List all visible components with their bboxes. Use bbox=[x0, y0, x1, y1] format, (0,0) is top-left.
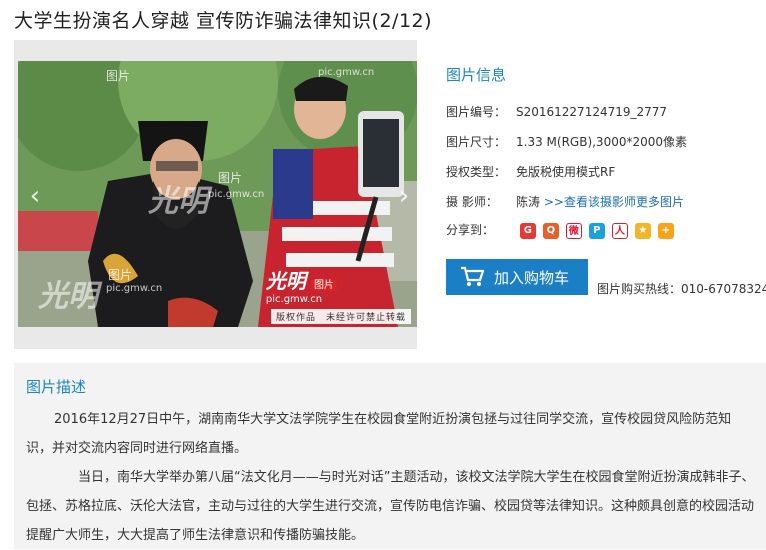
watermark-logo: 光明 bbox=[148, 184, 208, 219]
watermark-text: 图片 bbox=[108, 268, 133, 282]
description-panel: 图片描述 2016年12月27日中午，湖南南华大学文法学院学生在校园食堂附近扮演… bbox=[14, 363, 766, 549]
info-heading: 图片信息 bbox=[446, 66, 507, 84]
info-value: 免版税使用模式RF bbox=[516, 165, 616, 179]
main-photo[interactable]: 图片 图片 图片 光明 光明 pic.gmw.cn pic.gmw.cn pic… bbox=[18, 61, 417, 327]
weibo-icon[interactable]: 微 bbox=[565, 222, 582, 239]
watermark-site: pic.gmw.cn bbox=[318, 67, 375, 78]
photographer-name: 陈涛 bbox=[516, 195, 541, 209]
add-to-cart-button[interactable]: 加入购物车 bbox=[446, 259, 588, 295]
info-row-license: 授权类型： 免版税使用模式RF bbox=[446, 163, 615, 180]
photo-frame: 图片 图片 图片 光明 光明 pic.gmw.cn pic.gmw.cn pic… bbox=[14, 40, 417, 349]
pengyou-icon[interactable]: P bbox=[588, 222, 605, 239]
page-title: 大学生扮演名人穿越 宣传防诈骗法律知识(2/12) bbox=[14, 10, 433, 32]
info-label: 摄 影师： bbox=[446, 195, 498, 209]
favorite-icon[interactable]: ★ bbox=[634, 222, 651, 239]
copyright-logo-mark: 光明 bbox=[265, 269, 306, 293]
info-value: S20161227124719_2777 bbox=[516, 105, 668, 119]
info-row-share: 分享到： G Q 微 P 人 ★ + bbox=[446, 221, 674, 239]
copyright-logo-label: 图片 bbox=[311, 280, 337, 291]
info-label: 图片编号： bbox=[446, 105, 507, 119]
copyright-notice: 版权作品 未经许可禁止转载 bbox=[270, 309, 411, 324]
description-paragraph: 当日，南华大学举办第八届“法文化月——与时光对话”主题活动，该校文法学院大学生在… bbox=[26, 470, 755, 543]
description-heading: 图片描述 bbox=[26, 378, 87, 396]
info-row-size: 图片尺寸： 1.33 M(RGB),3000*2000像素 bbox=[446, 133, 687, 150]
watermark-text: 图片 bbox=[106, 69, 131, 83]
share-icons: G Q 微 P 人 ★ + bbox=[519, 222, 674, 239]
chevron-right-icon[interactable]: › bbox=[395, 181, 413, 211]
watermark-site: pic.gmw.cn bbox=[106, 283, 163, 294]
info-row-id: 图片编号： S20161227124719_2777 bbox=[446, 103, 667, 120]
description-paragraph: 2016年12月27日中午，湖南南华大学文法学院学生在校园食堂附近扮演包拯与过往… bbox=[26, 412, 732, 456]
qzone-icon[interactable]: Q bbox=[542, 222, 559, 239]
info-label: 图片尺寸： bbox=[446, 135, 507, 149]
info-label: 授权类型： bbox=[446, 165, 507, 179]
info-value: 1.33 M(RGB),3000*2000像素 bbox=[516, 135, 688, 149]
google-icon[interactable]: G bbox=[519, 222, 536, 239]
watermark-text: 图片 bbox=[218, 171, 243, 185]
renren-icon[interactable]: 人 bbox=[611, 222, 628, 239]
copyright-logo: 光明 图片 pic.gmw.cn bbox=[266, 265, 337, 305]
more-share-icon[interactable]: + bbox=[657, 222, 674, 239]
add-to-cart-label: 加入购物车 bbox=[494, 268, 570, 287]
copyright-logo-site: pic.gmw.cn bbox=[265, 294, 323, 305]
cart-icon bbox=[461, 266, 484, 286]
more-by-photographer-link[interactable]: >>查看该摄影师更多图片 bbox=[544, 195, 684, 209]
info-label: 分享到： bbox=[446, 223, 495, 237]
description-text: 2016年12月27日中午，湖南南华大学文法学院学生在校园食堂附近扮演包拯与过往… bbox=[26, 405, 756, 550]
watermark-site: pic.gmw.cn bbox=[208, 189, 265, 200]
watermark-logo: 光明 bbox=[38, 279, 98, 314]
chevron-left-icon[interactable]: ‹ bbox=[26, 181, 44, 211]
purchase-hotline: 图片购买热线：010-67078324 bbox=[597, 282, 766, 296]
info-row-photographer: 摄 影师： 陈涛 >>查看该摄影师更多图片 bbox=[446, 193, 684, 210]
